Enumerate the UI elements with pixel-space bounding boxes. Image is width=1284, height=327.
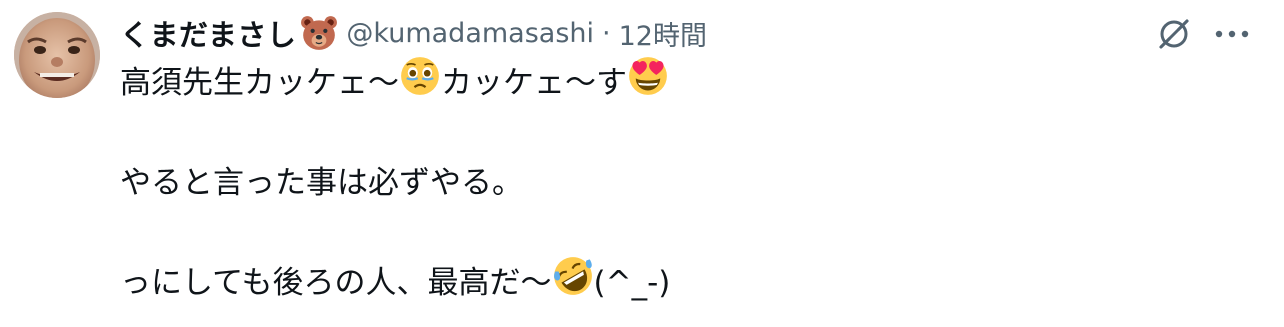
more-icon[interactable] (1210, 14, 1254, 54)
post-line-2: やると言った事は必ずやる。 (120, 165, 523, 201)
rolling-on-floor-laughing-emoji (553, 256, 593, 311)
bear-face-emoji (300, 14, 338, 52)
post-text-segment: カッケェ〜す (441, 65, 627, 101)
post-text-segment: (^_-) (593, 265, 671, 301)
post-text-segment: っにしても後ろの人、最高だ〜 (120, 265, 552, 301)
grok-icon[interactable] (1154, 14, 1194, 54)
post-text-segment: 高須先生カッケェ〜 (120, 65, 399, 101)
face-holding-back-tears-emoji (400, 56, 440, 111)
display-name[interactable]: くまだまさし (120, 12, 296, 54)
post-line-3: っにしても後ろの人、最高だ〜 (^_-) (120, 256, 671, 311)
separator-dot: · (602, 17, 611, 49)
timestamp[interactable]: 12時間 (619, 14, 707, 53)
post-line-1: 高須先生カッケェ〜 カッケェ〜す (120, 56, 670, 111)
avatar[interactable] (14, 12, 100, 98)
heart-eyes-emoji (628, 56, 668, 111)
user-handle[interactable]: @kumadamasashi (346, 18, 594, 49)
tweet: くまだまさし @kumadamasashi · 12時間 高須先生カッケェ〜 カ… (0, 0, 1284, 327)
post-text: 高須先生カッケェ〜 カッケェ〜す やると言った事は必ずやる。 っにしても後ろの人… (120, 56, 671, 311)
post-header: くまだまさし @kumadamasashi · 12時間 (120, 12, 707, 54)
